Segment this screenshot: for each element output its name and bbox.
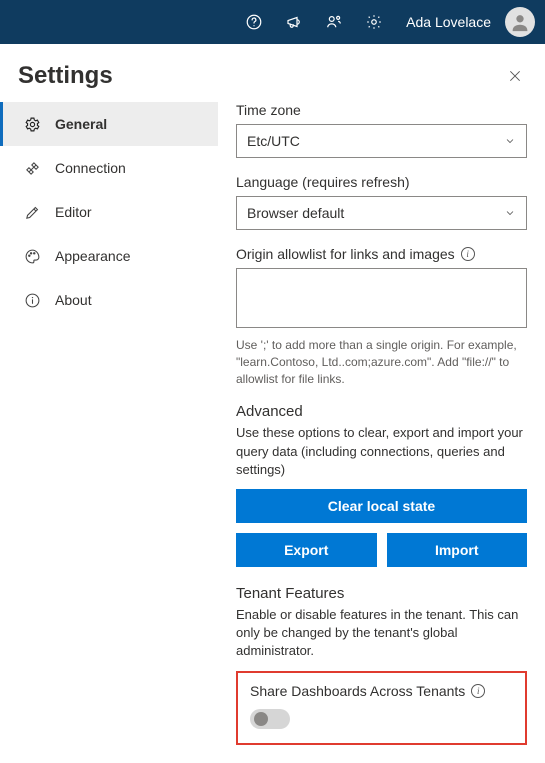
- tenant-title: Tenant Features: [236, 585, 527, 602]
- tenant-desc: Enable or disable features in the tenant…: [236, 606, 527, 661]
- origin-label: Origin allowlist for links and images i: [236, 246, 527, 262]
- language-field: Language (requires refresh) Browser defa…: [236, 174, 527, 230]
- close-icon[interactable]: [503, 64, 527, 88]
- info-icon[interactable]: i: [461, 247, 475, 261]
- chevron-down-icon: [504, 207, 516, 219]
- language-label: Language (requires refresh): [236, 174, 527, 190]
- avatar[interactable]: [505, 7, 535, 37]
- panel-header: Settings: [0, 44, 545, 102]
- sidebar-item-label: Editor: [55, 204, 92, 220]
- timezone-field: Time zone Etc/UTC: [236, 102, 527, 158]
- sidebar-item-general[interactable]: General: [0, 102, 218, 146]
- import-button[interactable]: Import: [387, 533, 528, 567]
- origin-textarea[interactable]: [236, 268, 527, 328]
- origin-helper: Use ';' to add more than a single origin…: [236, 337, 527, 387]
- advanced-title: Advanced: [236, 403, 527, 420]
- share-dashboards-label: Share Dashboards Across Tenants i: [250, 683, 513, 699]
- language-value: Browser default: [247, 205, 344, 221]
- settings-gear-icon[interactable]: [358, 6, 390, 38]
- sidebar-item-editor[interactable]: Editor: [0, 190, 218, 234]
- top-bar: Ada Lovelace: [0, 0, 545, 44]
- origin-field: Origin allowlist for links and images i …: [236, 246, 527, 387]
- connection-icon: [23, 159, 41, 177]
- chevron-down-icon: [504, 135, 516, 147]
- sidebar-item-label: General: [55, 116, 107, 132]
- export-button[interactable]: Export: [236, 533, 377, 567]
- timezone-select[interactable]: Etc/UTC: [236, 124, 527, 158]
- toggle-knob: [254, 712, 268, 726]
- username-label: Ada Lovelace: [406, 14, 491, 30]
- page-title: Settings: [18, 62, 113, 90]
- settings-sidebar: General Connection Editor Appearance Abo…: [0, 102, 218, 763]
- tenant-share-highlight: Share Dashboards Across Tenants i: [236, 671, 527, 745]
- info-icon[interactable]: i: [471, 684, 485, 698]
- advanced-desc: Use these options to clear, export and i…: [236, 424, 527, 479]
- sidebar-item-about[interactable]: About: [0, 278, 218, 322]
- sidebar-item-label: About: [55, 292, 92, 308]
- sidebar-item-label: Appearance: [55, 248, 131, 264]
- share-dashboards-toggle[interactable]: [250, 709, 290, 729]
- settings-content: Time zone Etc/UTC Language (requires ref…: [218, 102, 545, 763]
- sidebar-item-connection[interactable]: Connection: [0, 146, 218, 190]
- help-icon[interactable]: [238, 6, 270, 38]
- timezone-value: Etc/UTC: [247, 133, 300, 149]
- pencil-icon: [23, 203, 41, 221]
- language-select[interactable]: Browser default: [236, 196, 527, 230]
- gear-icon: [23, 115, 41, 133]
- timezone-label: Time zone: [236, 102, 527, 118]
- feedback-icon[interactable]: [318, 6, 350, 38]
- palette-icon: [23, 247, 41, 265]
- info-icon: [23, 291, 41, 309]
- sidebar-item-label: Connection: [55, 160, 126, 176]
- sidebar-item-appearance[interactable]: Appearance: [0, 234, 218, 278]
- clear-local-state-button[interactable]: Clear local state: [236, 489, 527, 523]
- announcement-icon[interactable]: [278, 6, 310, 38]
